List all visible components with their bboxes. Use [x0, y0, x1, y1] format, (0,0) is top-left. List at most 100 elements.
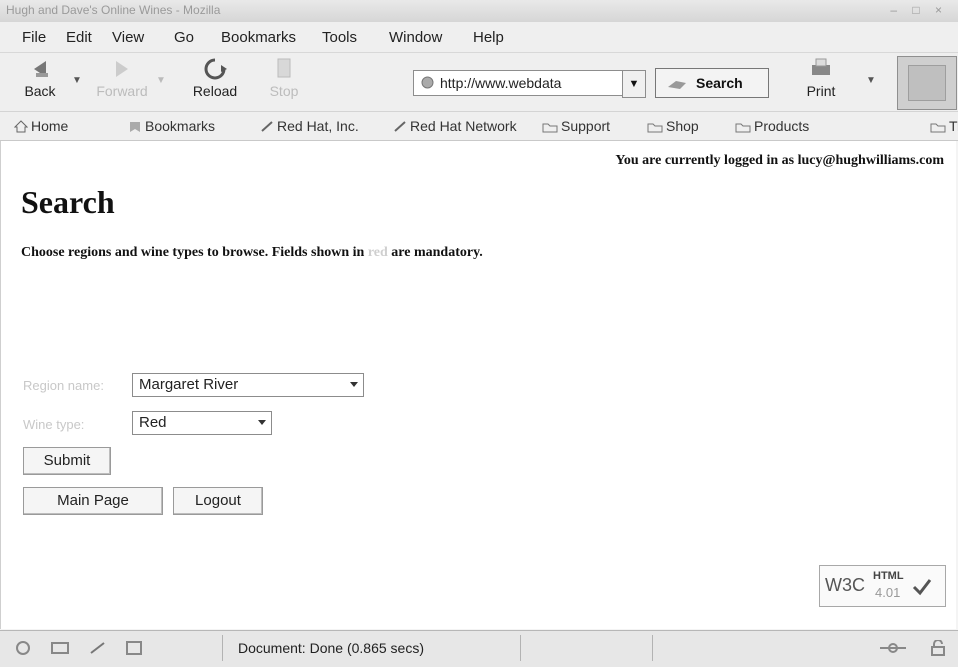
title-bar: Hugh and Dave's Online Wines - Mozilla –… [0, 0, 958, 23]
forward-arrow-icon [116, 61, 128, 77]
mozilla-logo-icon [908, 65, 946, 101]
region-select[interactable]: Margaret River [132, 373, 364, 397]
folder-icon [930, 123, 946, 133]
menu-bar: File Edit View Go Bookmarks Tools Window… [0, 22, 958, 53]
instructions-text-end: are mandatory. [391, 245, 483, 260]
submit-button[interactable]: Submit [23, 447, 111, 475]
menu-view[interactable]: View [112, 29, 144, 46]
browser-window: Hugh and Dave's Online Wines - Mozilla –… [0, 0, 958, 667]
checkmark-icon [912, 579, 932, 596]
reload-icon [204, 58, 227, 80]
window-controls[interactable]: – □ × [890, 3, 948, 17]
status-text: Document: Done (0.865 secs) [238, 640, 424, 656]
bookmark-products[interactable]: Products [735, 118, 809, 134]
menu-file[interactable]: File [22, 29, 46, 46]
print-label: Print [806, 83, 836, 99]
w3c-html-label: HTML [873, 570, 904, 582]
mozilla-throbber[interactable] [897, 56, 957, 110]
bookmark-truncated[interactable]: Tr [930, 118, 958, 134]
address-bar[interactable]: http://www.webdata [413, 70, 623, 96]
mail-icon[interactable] [50, 640, 70, 656]
logout-button[interactable]: Logout [173, 487, 263, 515]
link-icon [394, 121, 406, 132]
bookmark-shop-label: Shop [666, 118, 699, 134]
menu-window[interactable]: Window [389, 29, 442, 46]
url-text[interactable]: http://www.webdata [440, 71, 561, 95]
bookmarks-toolbar: Home Bookmarks Red Hat, Inc. Red Hat Net… [0, 112, 958, 141]
navigator-icon[interactable] [14, 640, 32, 656]
bookmark-shop[interactable]: Shop [647, 118, 699, 134]
printer-icon [812, 58, 830, 75]
folder-icon [647, 123, 663, 133]
bookmark-truncated-label: Tr [949, 118, 958, 134]
lock-icon [931, 640, 945, 656]
bookmark-support-label: Support [561, 118, 611, 134]
chevron-down-icon [258, 420, 266, 425]
menu-bookmarks[interactable]: Bookmarks [221, 29, 296, 46]
composer-icon[interactable] [88, 640, 108, 656]
online-status-icon[interactable] [878, 640, 908, 656]
region-value: Margaret River [139, 376, 239, 393]
reload-button[interactable]: Reload [182, 57, 248, 107]
instructions: Choose regions and wine types to browse.… [21, 245, 483, 261]
back-button[interactable]: Back [10, 57, 70, 107]
bookmark-redhat-inc[interactable]: Red Hat, Inc. [260, 118, 359, 134]
page-title: Search [21, 184, 115, 220]
bookmark-bookmarks[interactable]: Bookmarks [128, 118, 215, 134]
status-panel [520, 635, 651, 661]
url-dropdown-button[interactable]: ▼ [622, 70, 646, 98]
chevron-down-icon: ▼ [628, 78, 640, 90]
instructions-text: Choose regions and wine types to browse.… [21, 245, 365, 260]
reload-label: Reload [192, 83, 238, 99]
stop-button[interactable]: Stop [258, 57, 310, 107]
forward-dropdown-icon[interactable]: ▼ [156, 75, 166, 86]
page-content: You are currently logged in as lucy@hugh… [0, 141, 956, 629]
folder-icon [735, 123, 751, 133]
search-icon [668, 81, 686, 89]
region-label: Region name: [23, 378, 104, 393]
login-status: You are currently logged in as lucy@hugh… [615, 153, 944, 168]
status-bar: Document: Done (0.865 secs) [0, 630, 958, 667]
bookmark-redhat-network-label: Red Hat Network [410, 118, 517, 134]
chevron-down-icon [350, 382, 358, 387]
print-dropdown-icon[interactable]: ▼ [866, 75, 876, 86]
forward-label: Forward [96, 83, 148, 99]
winetype-label: Wine type: [23, 417, 85, 432]
winetype-value: Red [139, 414, 167, 431]
page-icon [421, 76, 434, 89]
menu-edit[interactable]: Edit [66, 29, 92, 46]
search-button[interactable]: Search [655, 68, 769, 98]
progress-panel [652, 635, 869, 661]
window-title: Hugh and Dave's Online Wines - Mozilla [6, 3, 221, 17]
navigation-toolbar: Back ▼ Forward ▼ Reload Stop http://www.… [0, 53, 958, 112]
menu-go[interactable]: Go [174, 29, 194, 46]
winetype-select[interactable]: Red [132, 411, 272, 435]
instructions-red-word: red [367, 245, 388, 260]
folder-icon [542, 123, 558, 133]
main-page-button[interactable]: Main Page [23, 487, 163, 515]
bookmark-home[interactable]: Home [13, 118, 69, 134]
search-label: Search [696, 75, 743, 91]
bookmark-bookmarks-label: Bookmarks [145, 118, 216, 134]
link-icon [261, 121, 273, 132]
bookmark-redhat-network[interactable]: Red Hat Network [393, 118, 517, 134]
stop-label: Stop [269, 83, 299, 99]
home-icon [13, 120, 29, 133]
bookmarks-icon [130, 122, 140, 132]
bookmark-home-label: Home [31, 118, 69, 134]
back-dropdown-icon[interactable]: ▼ [72, 75, 82, 86]
menu-tools[interactable]: Tools [322, 29, 357, 46]
w3c-version-label: 4.01 [875, 585, 901, 600]
bookmark-redhat-inc-label: Red Hat, Inc. [277, 118, 359, 134]
w3c-html-badge[interactable]: W3C HTML 4.01 [819, 565, 946, 607]
bookmark-support[interactable]: Support [542, 118, 610, 134]
forward-button[interactable]: Forward [92, 57, 152, 107]
stop-icon [277, 58, 291, 78]
back-label: Back [24, 83, 56, 99]
bookmark-products-label: Products [754, 118, 810, 134]
print-button[interactable]: Print [795, 57, 847, 107]
addressbook-icon[interactable] [124, 640, 144, 656]
status-divider [222, 635, 223, 661]
back-arrow-icon [34, 61, 48, 77]
menu-help[interactable]: Help [473, 29, 504, 46]
